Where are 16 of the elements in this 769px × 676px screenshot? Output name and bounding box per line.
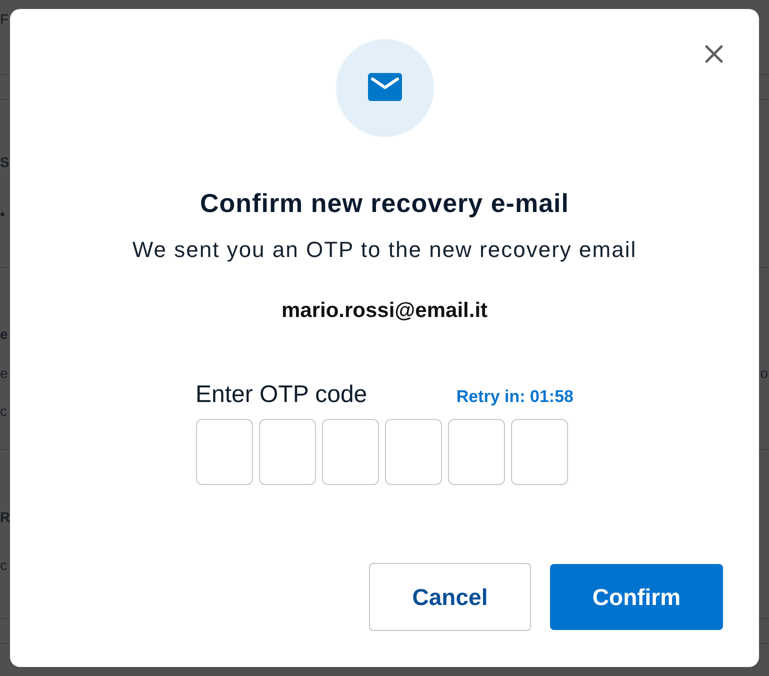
dialog-message: We sent you an OTP to the new recovery email (132, 236, 637, 264)
dialog-title: Confirm new recovery e-mail (200, 188, 569, 218)
otp-digit-field[interactable] (384, 419, 442, 485)
retry-timer: Retry in: 01:58 (456, 387, 574, 407)
otp-digit-field[interactable] (448, 419, 504, 485)
email-address: mario.rossi@email.it (281, 299, 488, 323)
page-text-fragment: • (0, 206, 5, 222)
otp-label: Enter OTP code (196, 381, 368, 409)
envelope-icon (336, 39, 434, 137)
confirm-button[interactable]: Confirm (550, 564, 723, 630)
otp-digit-field[interactable] (322, 419, 378, 485)
otp-digit-field[interactable] (258, 419, 316, 485)
otp-digit-field[interactable] (510, 419, 568, 485)
close-icon (705, 45, 723, 63)
otp-digit-field[interactable] (196, 419, 252, 485)
cancel-button[interactable]: Cancel (369, 563, 531, 631)
